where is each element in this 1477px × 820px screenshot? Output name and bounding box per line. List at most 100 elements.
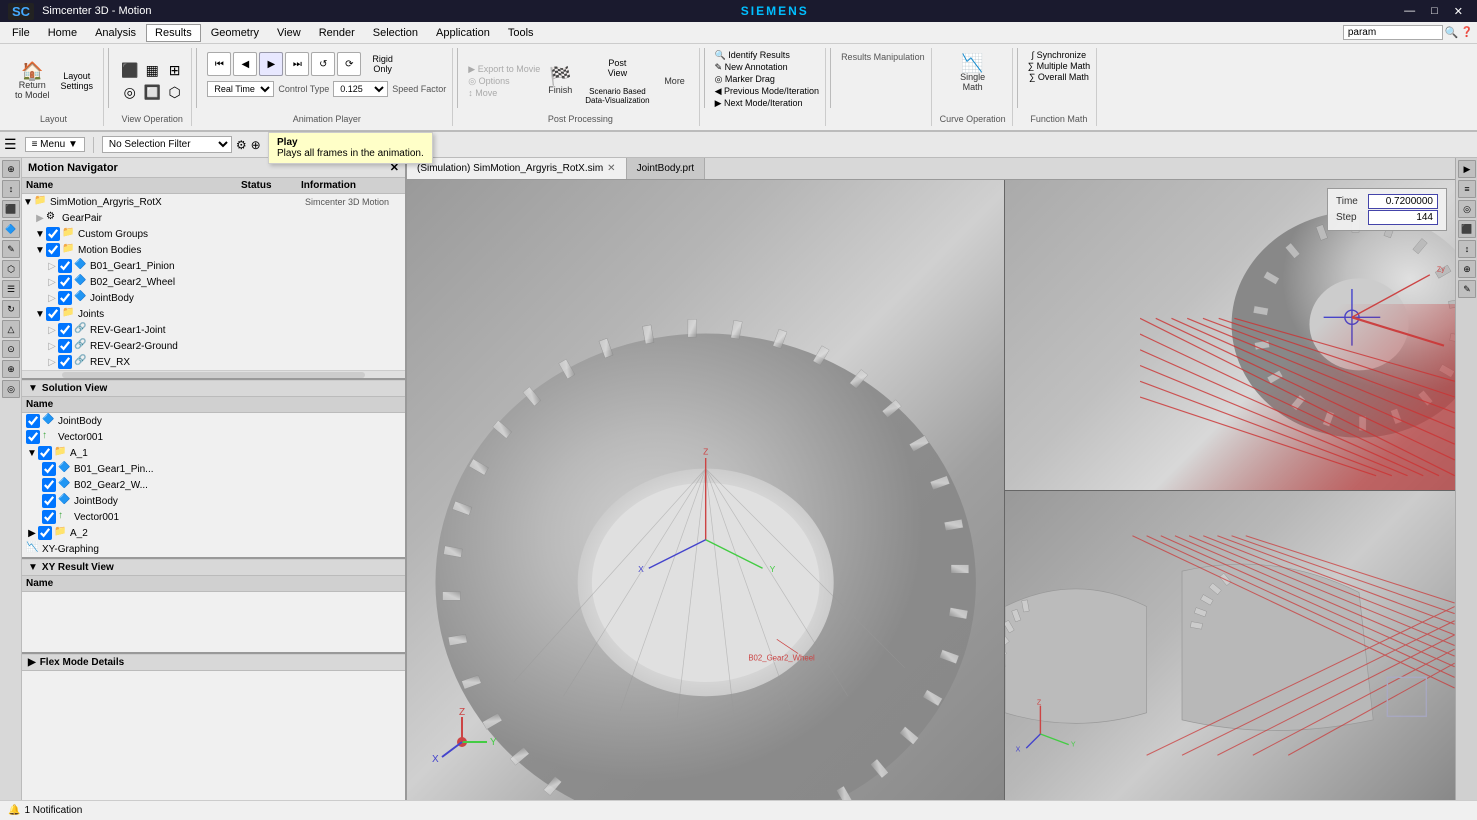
menu-tools[interactable]: Tools (500, 25, 542, 41)
sol-item-jb2[interactable]: 🔷 JointBody (22, 493, 405, 509)
sol-item-vector001[interactable]: ↑ Vector001 (22, 429, 405, 445)
checkbox-joints[interactable] (46, 307, 60, 321)
checkbox-revrx[interactable] (58, 355, 72, 369)
time-value[interactable]: 0.7200000 (1368, 194, 1438, 209)
synchronize-btn[interactable]: ∫ Synchronize (1032, 50, 1087, 60)
tree-item-revrx[interactable]: ▷ 🔗 REV_RX (22, 354, 405, 370)
search-icon[interactable]: 🔍 (1445, 26, 1459, 39)
left-panel-toggle[interactable]: ☰ (4, 136, 17, 153)
checkbox-b02[interactable] (58, 275, 72, 289)
tree-item-jointbody[interactable]: ▷ 🔷 JointBody (22, 290, 405, 306)
right-icon-7[interactable]: ✎ (1458, 280, 1476, 298)
sol-checkbox-jb[interactable] (26, 414, 40, 428)
layout-settings-btn[interactable]: LayoutSettings (57, 69, 98, 93)
search-input[interactable] (1343, 25, 1443, 40)
tree-item-customgroups[interactable]: ▼ 📁 Custom Groups (22, 226, 405, 242)
left-icon-4[interactable]: 🔷 (2, 220, 20, 238)
sol-checkbox-jb2[interactable] (42, 494, 56, 508)
tab-sim-close[interactable]: ✕ (607, 163, 615, 174)
left-icon-1[interactable]: ⊕ (2, 160, 20, 178)
speed-factor-select[interactable]: 0.125 (333, 81, 388, 97)
tree-item-root[interactable]: ▼ 📁 SimMotion_Argyris_RotX Simcenter 3D … (22, 194, 405, 210)
right-icon-6[interactable]: ⊕ (1458, 260, 1476, 278)
flex-mode-expand[interactable]: ▶ (28, 657, 36, 668)
left-icon-10[interactable]: ⊙ (2, 340, 20, 358)
filter-icon2[interactable]: ⊕ (251, 138, 261, 152)
play-btn[interactable]: ▶ (259, 52, 283, 76)
rigid-only-btn[interactable]: RigidOnly (367, 50, 398, 78)
nav-scrollbar-thumb[interactable] (62, 372, 365, 378)
prev-btn[interactable]: ⏮ (207, 52, 231, 76)
checkbox-jointbody[interactable] (58, 291, 72, 305)
solution-view-header[interactable]: ▼ Solution View (22, 380, 405, 397)
sol-item-a2[interactable]: ▶ 📁 A_2 (22, 525, 405, 541)
tree-item-rev1[interactable]: ▷ 🔗 REV-Gear1-Joint (22, 322, 405, 338)
sol-item-xygraph[interactable]: 📉 XY-Graphing (22, 541, 405, 557)
solution-view-expand[interactable]: ▼ (28, 383, 38, 394)
tree-item-gearpair[interactable]: ▶ ⚙ GearPair (22, 210, 405, 226)
left-icon-9[interactable]: △ (2, 320, 20, 338)
marker-drag-btn[interactable]: ◎ Marker Drag (715, 74, 775, 85)
next-mode-btn[interactable]: ▶ Next Mode/Iteration (715, 98, 803, 109)
identify-results-btn[interactable]: 🔍 Identify Results (715, 50, 790, 61)
filter-settings-icon[interactable]: ⚙ (236, 138, 247, 152)
sol-item-a1[interactable]: ▼ 📁 A_1 (22, 445, 405, 461)
right-icon-2[interactable]: ≡ (1458, 180, 1476, 198)
return-to-model-btn[interactable]: 🏠 Returnto Model (10, 58, 55, 104)
tree-item-rev2[interactable]: ▷ 🔗 REV-Gear2-Ground (22, 338, 405, 354)
maximize-btn[interactable]: □ (1425, 5, 1444, 18)
sol-checkbox-a1[interactable] (38, 446, 52, 460)
menu-file[interactable]: File (4, 25, 38, 41)
checkbox-b01[interactable] (58, 259, 72, 273)
selection-filter-dropdown[interactable]: No Selection Filter (102, 136, 232, 153)
menu-home[interactable]: Home (40, 25, 85, 41)
overall-math-btn[interactable]: ∑ Overall Math (1029, 72, 1089, 82)
loop-btn[interactable]: ↺ (311, 52, 335, 76)
menu-results[interactable]: Results (146, 24, 201, 42)
menu-geometry[interactable]: Geometry (203, 25, 267, 41)
more-btn[interactable]: More (657, 72, 693, 90)
step-value[interactable]: 144 (1368, 210, 1438, 225)
sol-item-jointbody[interactable]: 🔷 JointBody (22, 413, 405, 429)
play-forward-fast-btn[interactable]: ⏭ (285, 52, 309, 76)
menu-application[interactable]: Application (428, 25, 498, 41)
left-icon-11[interactable]: ⊕ (2, 360, 20, 378)
new-annotation-btn[interactable]: ✎ New Annotation (715, 62, 788, 73)
assembly-dropdown[interactable]: Entire Assembly (278, 136, 398, 153)
menu-dropdown-btn[interactable]: ≡ Menu ▼ (25, 137, 85, 152)
sol-checkbox-b02w[interactable] (42, 478, 56, 492)
menu-view[interactable]: View (269, 25, 309, 41)
tab-jointbody[interactable]: JointBody.prt (627, 158, 706, 179)
sol-item-b01pin[interactable]: 🔷 B01_Gear1_Pin... (22, 461, 405, 477)
left-icon-6[interactable]: ⬡ (2, 260, 20, 278)
xy-result-header[interactable]: ▼ XY Result View (22, 559, 405, 576)
multiple-math-btn[interactable]: ∑ Multiple Math (1028, 61, 1090, 71)
sol-checkbox-b01pin[interactable] (42, 462, 56, 476)
close-btn[interactable]: ✕ (1448, 5, 1469, 18)
scenario-btn[interactable]: Scenario BasedData-Visualization (580, 83, 654, 109)
sol-item-b02w[interactable]: 🔷 B02_Gear2_W... (22, 477, 405, 493)
checkbox-rev1[interactable] (58, 323, 72, 337)
checkbox-motionbodies[interactable] (46, 243, 60, 257)
move-btn[interactable]: ↕ Move (468, 88, 497, 98)
flex-mode-header[interactable]: ▶ Flex Mode Details (22, 654, 405, 671)
tree-item-motionbodies[interactable]: ▼ 📁 Motion Bodies (22, 242, 405, 258)
right-icon-3[interactable]: ◎ (1458, 200, 1476, 218)
navigator-close[interactable]: ✕ (390, 161, 399, 174)
play-backward-btn[interactable]: ◀ (233, 52, 257, 76)
sol-checkbox-v002[interactable] (42, 510, 56, 524)
time-mode-select[interactable]: Real Time (207, 81, 274, 97)
left-icon-2[interactable]: ↕ (2, 180, 20, 198)
menu-render[interactable]: Render (311, 25, 363, 41)
finish-btn[interactable]: 🏁 Finish (542, 63, 578, 99)
view-op-btn-4[interactable]: ◎ (119, 82, 140, 103)
view-op-btn-2[interactable]: ▦ (142, 60, 163, 81)
nav-scrollbar[interactable] (22, 370, 405, 378)
tree-item-b02[interactable]: ▷ 🔷 B02_Gear2_Wheel (22, 274, 405, 290)
left-icon-8[interactable]: ↻ (2, 300, 20, 318)
checkbox-customgroups[interactable] (46, 227, 60, 241)
menu-selection[interactable]: Selection (365, 25, 426, 41)
tree-item-joints[interactable]: ▼ 📁 Joints (22, 306, 405, 322)
view-op-btn-6[interactable]: ⬡ (164, 82, 185, 103)
checkbox-rev2[interactable] (58, 339, 72, 353)
